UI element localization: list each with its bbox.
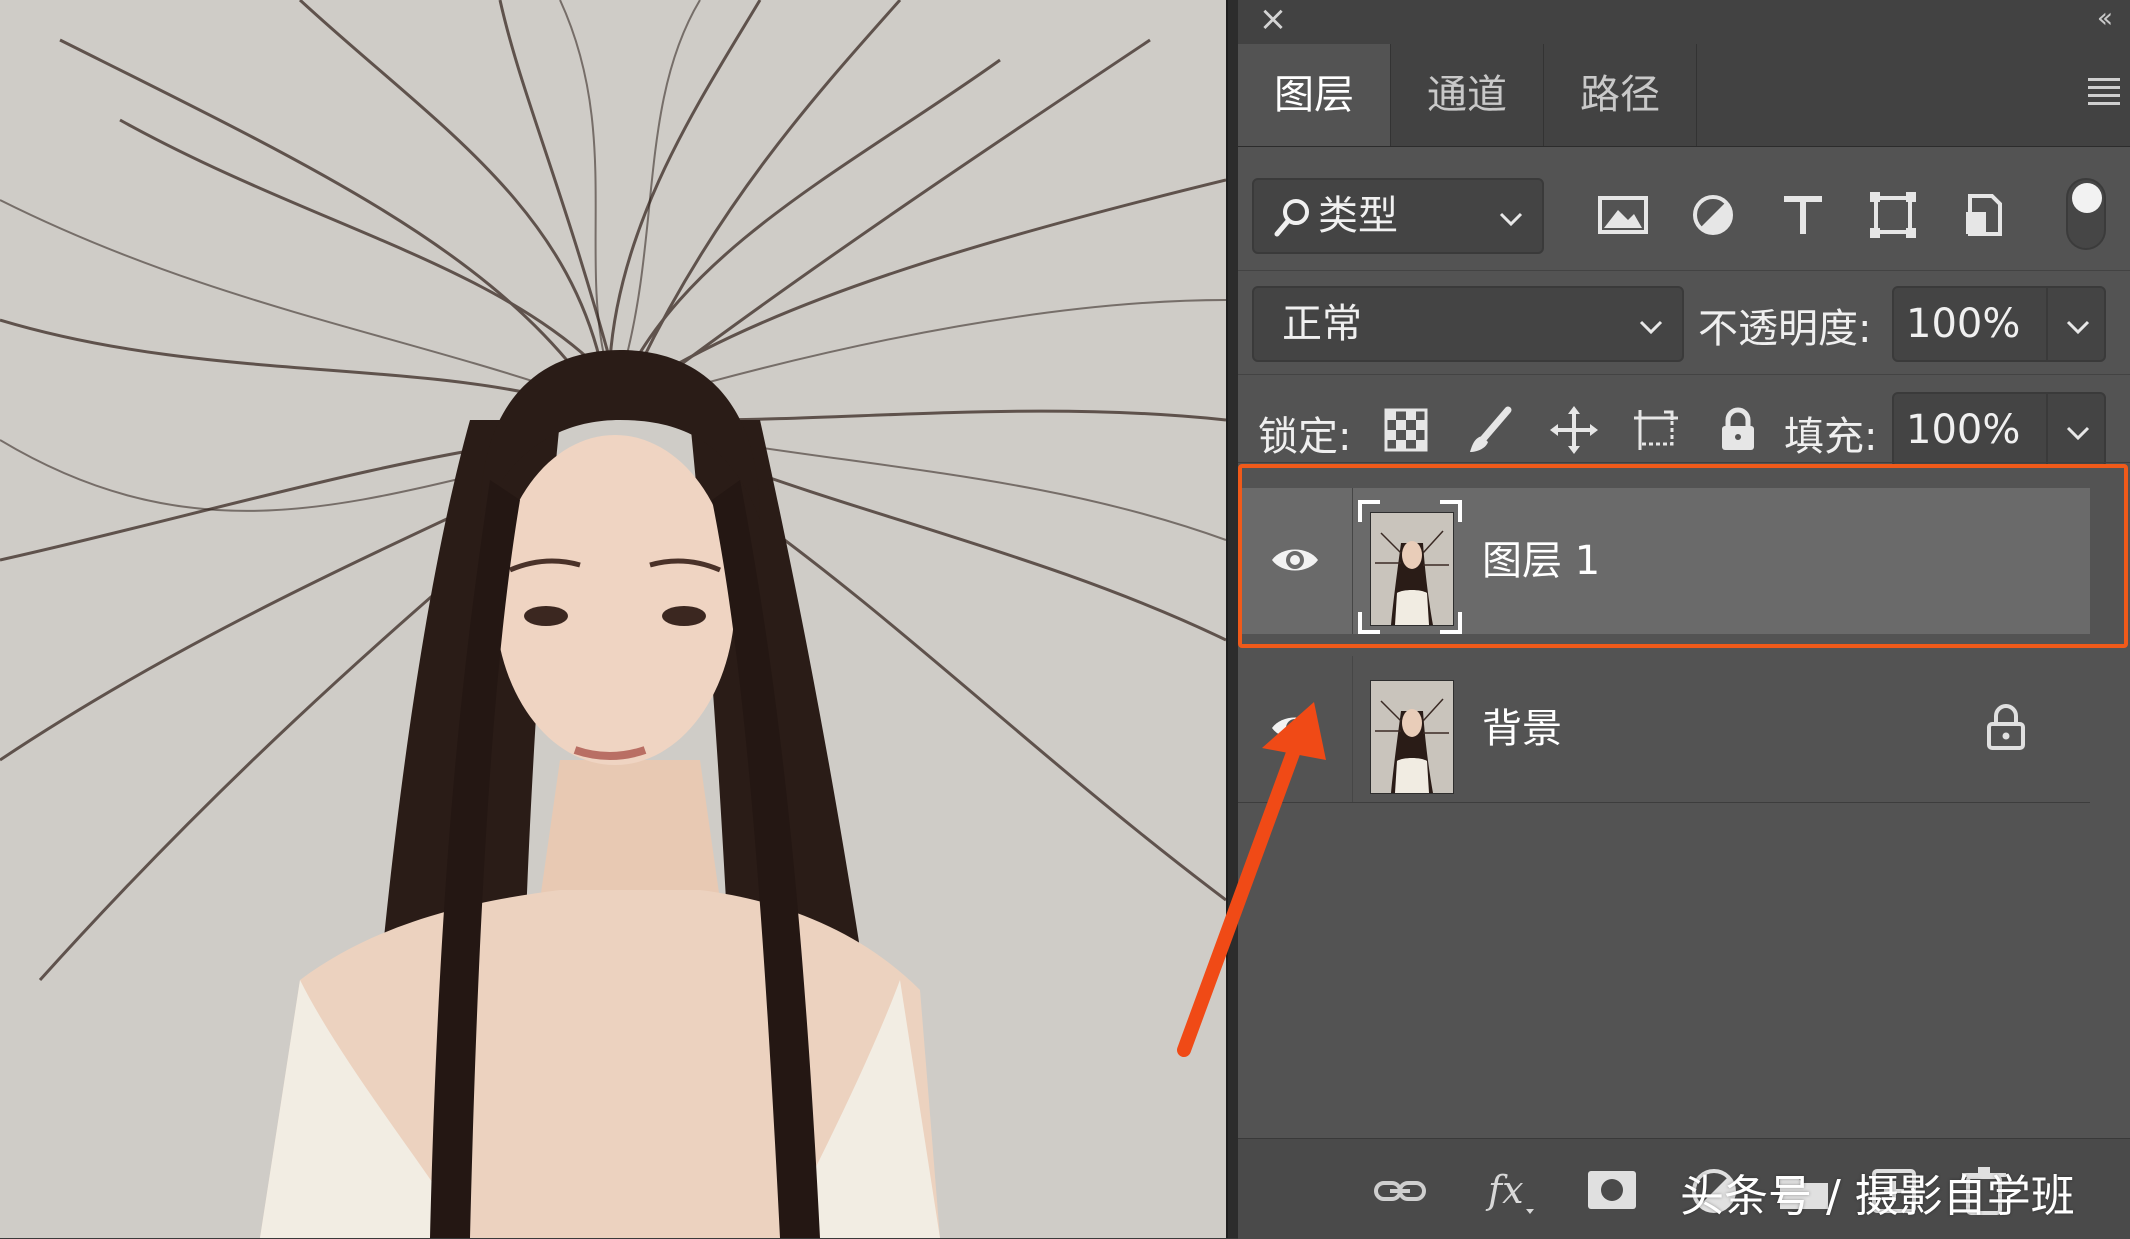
layers-panel: × ‹‹ 图层 通道 路径 类型 正常 不透明度: 100% 锁定: 填充: 1…: [1238, 0, 2130, 1239]
chevron-down-icon: [2066, 320, 2090, 335]
smart-object-filter-icon[interactable]: [1954, 186, 2012, 244]
opacity-value: 100%: [1906, 301, 2021, 347]
lock-icon[interactable]: [1984, 702, 2028, 752]
close-icon[interactable]: ×: [1256, 0, 1290, 38]
tab-channels[interactable]: 通道: [1391, 44, 1544, 146]
chevron-down-icon: [2066, 426, 2090, 441]
svg-text:fx: fx: [1485, 1168, 1524, 1212]
shape-filter-icon[interactable]: [1864, 186, 1922, 244]
eye-icon: [1272, 549, 1318, 571]
layer-name[interactable]: 背景: [1482, 656, 1562, 802]
divider: [1238, 270, 2130, 271]
chevron-down-icon: [1639, 320, 1663, 335]
lock-artboard-icon[interactable]: [1630, 404, 1682, 456]
type-filter-icon[interactable]: [1774, 186, 1832, 244]
watermark-text: 头条号 / 摄影自学班: [1680, 1171, 2075, 1222]
visibility-toggle[interactable]: [1238, 488, 1353, 634]
document-canvas[interactable]: [0, 0, 1226, 1238]
layer-thumbnail: [1370, 512, 1454, 626]
link-layers-icon[interactable]: [1370, 1161, 1430, 1221]
opacity-dropdown-button[interactable]: [2046, 286, 2106, 362]
lock-image-pixels-icon[interactable]: [1464, 404, 1516, 456]
portrait-photo: [0, 0, 1226, 1238]
add-mask-icon[interactable]: [1582, 1161, 1642, 1221]
lock-all-icon[interactable]: [1712, 404, 1764, 456]
chevron-down-icon: [1499, 212, 1523, 227]
fill-input[interactable]: 100%: [1892, 392, 2048, 468]
filter-toggle[interactable]: [2066, 178, 2106, 250]
collapse-panel-icon[interactable]: ‹‹: [2082, 0, 2122, 38]
layer-row-layer-1[interactable]: 图层 1: [1238, 488, 2090, 634]
panel-menu-icon[interactable]: [2084, 74, 2124, 108]
lock-label: 锁定:: [1258, 414, 1352, 460]
lock-position-icon[interactable]: [1548, 404, 1600, 456]
tab-layers[interactable]: 图层: [1238, 44, 1391, 146]
blend-mode-select[interactable]: 正常: [1252, 286, 1684, 362]
annotation-arrow: [1177, 702, 1326, 1057]
divider: [1238, 462, 2130, 463]
layer-name[interactable]: 图层 1: [1482, 488, 1600, 634]
image-filter-icon[interactable]: [1594, 186, 1652, 244]
fill-label: 填充:: [1784, 414, 1878, 460]
panel-title-bar: × ‹‹: [1238, 0, 2130, 39]
divider: [1238, 374, 2130, 375]
fill-value: 100%: [1906, 407, 2021, 453]
search-icon: [1274, 199, 1309, 237]
lock-transparent-pixels-icon[interactable]: [1380, 404, 1432, 456]
panel-tab-row: 图层 通道 路径: [1238, 38, 2130, 147]
fill-dropdown-button[interactable]: [2046, 392, 2106, 468]
layer-thumbnail: [1370, 680, 1454, 794]
filter-toggle-knob: [2072, 183, 2102, 213]
layer-filter-select[interactable]: 类型: [1252, 178, 1544, 254]
adjustment-filter-icon[interactable]: [1684, 186, 1742, 244]
tab-paths[interactable]: 路径: [1544, 44, 1697, 146]
filter-type-label: 类型: [1318, 193, 1398, 239]
fx-icon[interactable]: fx: [1480, 1161, 1540, 1221]
layer-row-background[interactable]: 背景: [1238, 656, 2090, 803]
blend-mode-value: 正常: [1282, 301, 1362, 347]
opacity-input[interactable]: 100%: [1892, 286, 2048, 362]
opacity-label: 不透明度:: [1698, 306, 1872, 352]
